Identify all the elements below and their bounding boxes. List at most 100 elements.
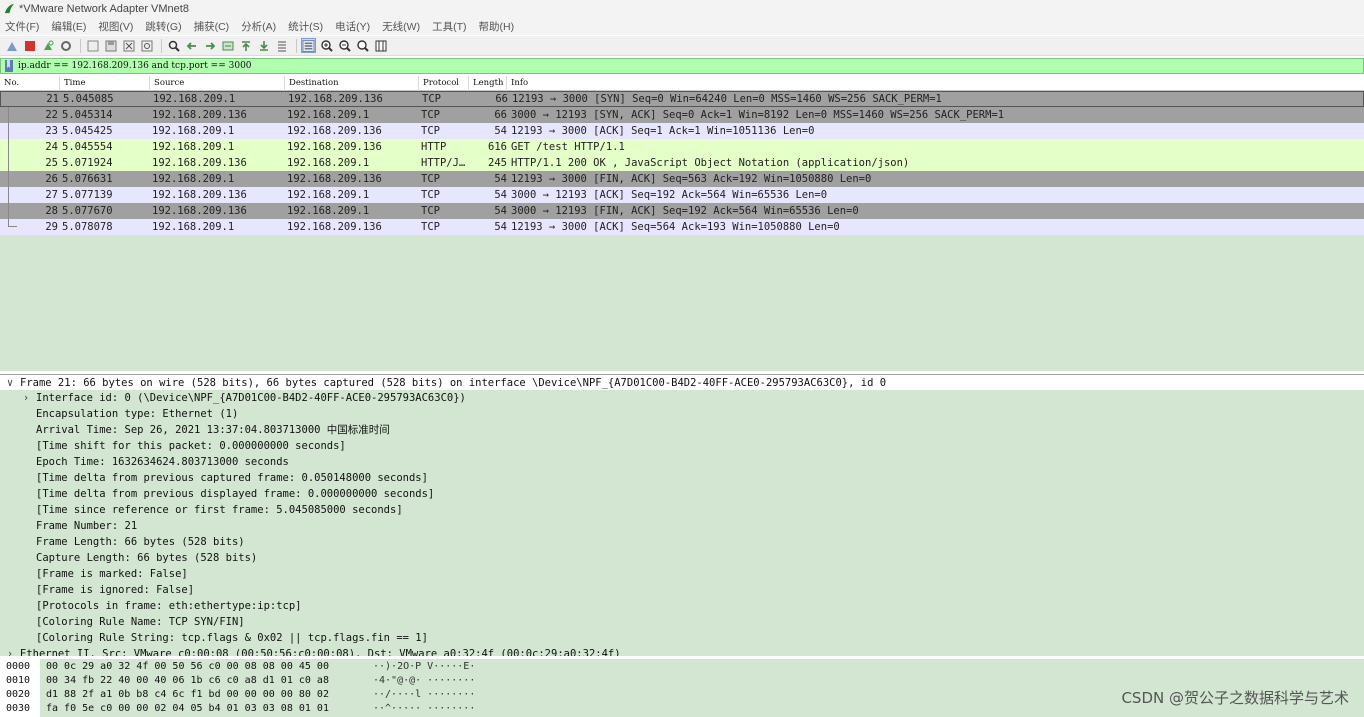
packet-row[interactable]: 21 5.045085 192.168.209.1 192.168.209.136 TC… bbox=[0, 91, 1364, 107]
detail-tree-text: [Protocols in frame: eth:ethertype:ip:tc… bbox=[36, 600, 302, 612]
packet-info: 12193 → 3000 [SYN] Seq=0 Win=64240 Len=0… bbox=[512, 93, 942, 105]
byte-ascii: ··^····· ········ bbox=[373, 703, 476, 714]
go-back-icon[interactable] bbox=[184, 38, 199, 53]
packet-destination: 192.168.209.136 bbox=[288, 93, 383, 105]
start-capture-icon[interactable] bbox=[4, 38, 19, 53]
detail-tree-item[interactable]: Arrival Time: Sep 26, 2021 13:37:04.8037… bbox=[0, 422, 1364, 438]
detail-tree-text: Capture Length: 66 bytes (528 bits) bbox=[36, 552, 258, 564]
packet-source: 192.168.209.1 bbox=[152, 125, 235, 137]
go-forward-icon[interactable] bbox=[202, 38, 217, 53]
packet-length: 54 bbox=[494, 189, 507, 201]
menu-item[interactable]: 分析(A) bbox=[241, 19, 276, 34]
packet-row[interactable]: 26 5.076631 192.168.209.1 192.168.209.136 TC… bbox=[0, 171, 1364, 187]
packet-info: 3000 → 12193 [FIN, ACK] Seq=192 Ack=564 … bbox=[511, 205, 859, 217]
detail-tree-item[interactable]: Frame Length: 66 bytes (528 bits) bbox=[0, 534, 1364, 550]
expand-chevron-right-icon[interactable]: › bbox=[4, 646, 16, 656]
detail-tree-item[interactable]: [Time shift for this packet: 0.000000000… bbox=[0, 438, 1364, 454]
expand-chevron-right-icon[interactable]: › bbox=[20, 390, 32, 406]
packet-row[interactable]: 25 5.071924 192.168.209.136 192.168.209.1 HT… bbox=[0, 155, 1364, 171]
close-file-icon[interactable] bbox=[121, 38, 136, 53]
packet-row[interactable]: 23 5.045425 192.168.209.1 192.168.209.136 TC… bbox=[0, 123, 1364, 139]
column-header-length[interactable]: Length bbox=[469, 76, 507, 91]
column-header-no[interactable]: No. bbox=[0, 76, 60, 91]
colorize-icon[interactable] bbox=[301, 38, 316, 53]
detail-tree-item[interactable]: [Time delta from previous displayed fram… bbox=[0, 486, 1364, 502]
detail-tree-item[interactable]: [Time since reference or first frame: 5.… bbox=[0, 502, 1364, 518]
expand-chevron-down-icon[interactable]: ∨ bbox=[4, 375, 16, 391]
menu-item[interactable]: 捕获(C) bbox=[194, 19, 230, 34]
packet-row[interactable]: 29 5.078078 192.168.209.1 192.168.209.136 TC… bbox=[0, 219, 1364, 235]
packet-row[interactable]: 27 5.077139 192.168.209.136 192.168.209.1 TC… bbox=[0, 187, 1364, 203]
menu-item[interactable]: 工具(T) bbox=[432, 19, 466, 34]
detail-tree-item[interactable]: Capture Length: 66 bytes (528 bits) bbox=[0, 550, 1364, 566]
detail-tree-item[interactable]: › Ethernet II, Src: VMware_c0:00:08 (00:5… bbox=[0, 646, 1364, 656]
go-to-packet-icon[interactable] bbox=[220, 38, 235, 53]
detail-tree-item[interactable]: ∨ Frame 21: 66 bytes on wire (528 bits), … bbox=[0, 374, 1364, 390]
packet-row[interactable]: 28 5.077670 192.168.209.136 192.168.209.1 TC… bbox=[0, 203, 1364, 219]
packet-list-header: No. Time Source Destination Protocol Len… bbox=[0, 76, 1364, 91]
packet-length: 66 bbox=[495, 93, 508, 105]
zoom-in-icon[interactable] bbox=[319, 38, 334, 53]
byte-ascii: ··)·2O·P V·····E· bbox=[373, 661, 476, 672]
resize-columns-icon[interactable] bbox=[373, 38, 388, 53]
autoscroll-icon[interactable] bbox=[274, 38, 289, 53]
byte-hex: 00 0c 29 a0 32 4f 00 50 56 c0 00 08 08 0… bbox=[46, 661, 329, 672]
column-header-source[interactable]: Source bbox=[150, 76, 285, 91]
packet-protocol: TCP bbox=[421, 205, 440, 217]
menu-item[interactable]: 编辑(E) bbox=[51, 19, 86, 34]
detail-tree-item[interactable]: [Protocols in frame: eth:ethertype:ip:tc… bbox=[0, 598, 1364, 614]
packet-source: 192.168.209.1 bbox=[153, 93, 236, 105]
detail-tree-item[interactable]: [Time delta from previous captured frame… bbox=[0, 470, 1364, 486]
packet-destination: 192.168.209.1 bbox=[287, 205, 370, 217]
detail-tree-item[interactable]: [Coloring Rule String: tcp.flags & 0x02 … bbox=[0, 630, 1364, 646]
detail-tree-item[interactable]: Epoch Time: 1632634624.803713000 seconds bbox=[0, 454, 1364, 470]
menu-item[interactable]: 帮助(H) bbox=[479, 19, 515, 34]
column-header-info[interactable]: Info bbox=[507, 76, 1364, 91]
column-header-protocol[interactable]: Protocol bbox=[419, 76, 469, 91]
packet-time: 5.077670 bbox=[62, 205, 113, 217]
column-header-time[interactable]: Time bbox=[60, 76, 150, 91]
open-file-icon[interactable] bbox=[85, 38, 100, 53]
packet-list-pane[interactable]: No. Time Source Destination Protocol Len… bbox=[0, 76, 1364, 371]
packet-source: 192.168.209.1 bbox=[152, 221, 235, 233]
normal-size-icon[interactable] bbox=[355, 38, 370, 53]
window-title: *VMware Network Adapter VMnet8 bbox=[19, 2, 189, 15]
menu-item[interactable]: 无线(W) bbox=[382, 19, 420, 34]
byte-row[interactable]: 0010 00 34 fb 22 40 00 40 06 1b c6 c0 a8 … bbox=[0, 674, 1364, 688]
detail-tree-item[interactable]: Encapsulation type: Ethernet (1) bbox=[0, 406, 1364, 422]
reload-file-icon[interactable] bbox=[139, 38, 154, 53]
byte-row[interactable]: 0000 00 0c 29 a0 32 4f 00 50 56 c0 00 08 … bbox=[0, 660, 1364, 674]
packet-source: 192.168.209.1 bbox=[152, 173, 235, 185]
stop-capture-icon[interactable] bbox=[22, 38, 37, 53]
bookmark-icon[interactable] bbox=[2, 59, 16, 73]
packet-protocol: TCP bbox=[421, 221, 440, 233]
first-packet-icon[interactable] bbox=[238, 38, 253, 53]
menu-item[interactable]: 统计(S) bbox=[288, 19, 323, 34]
packet-source: 192.168.209.136 bbox=[152, 189, 247, 201]
last-packet-icon[interactable] bbox=[256, 38, 271, 53]
detail-tree-item[interactable]: Frame Number: 21 bbox=[0, 518, 1364, 534]
capture-options-icon[interactable] bbox=[58, 38, 73, 53]
detail-tree-item[interactable]: › Interface id: 0 (\Device\NPF_{A7D01C00-… bbox=[0, 390, 1364, 406]
byte-offset: 0020 bbox=[6, 689, 31, 700]
save-file-icon[interactable] bbox=[103, 38, 118, 53]
packet-details-pane[interactable]: ∨ Frame 21: 66 bytes on wire (528 bits), … bbox=[0, 374, 1364, 656]
find-packet-icon[interactable] bbox=[166, 38, 181, 53]
menu-item[interactable]: 电话(Y) bbox=[335, 19, 370, 34]
detail-tree-item[interactable]: [Coloring Rule Name: TCP SYN/FIN] bbox=[0, 614, 1364, 630]
menu-item[interactable]: 文件(F) bbox=[5, 19, 39, 34]
zoom-out-icon[interactable] bbox=[337, 38, 352, 53]
detail-tree-item[interactable]: [Frame is ignored: False] bbox=[0, 582, 1364, 598]
column-header-destination[interactable]: Destination bbox=[285, 76, 419, 91]
packet-row[interactable]: 24 5.045554 192.168.209.1 192.168.209.136 HT… bbox=[0, 139, 1364, 155]
watermark: CSDN @贺公子之数据科学与艺术 bbox=[1121, 689, 1349, 707]
detail-tree-item[interactable]: [Frame is marked: False] bbox=[0, 566, 1364, 582]
restart-capture-icon[interactable] bbox=[40, 38, 55, 53]
menu-item[interactable]: 视图(V) bbox=[98, 19, 133, 34]
detail-tree-text: Frame Length: 66 bytes (528 bits) bbox=[36, 536, 245, 548]
packet-row[interactable]: 22 5.045314 192.168.209.136 192.168.209.1 TC… bbox=[0, 107, 1364, 123]
packet-length: 245 bbox=[488, 157, 507, 169]
display-filter-input[interactable] bbox=[18, 59, 818, 73]
detail-tree-text: Interface id: 0 (\Device\NPF_{A7D01C00-B… bbox=[36, 392, 466, 404]
menu-item[interactable]: 跳转(G) bbox=[145, 19, 181, 34]
